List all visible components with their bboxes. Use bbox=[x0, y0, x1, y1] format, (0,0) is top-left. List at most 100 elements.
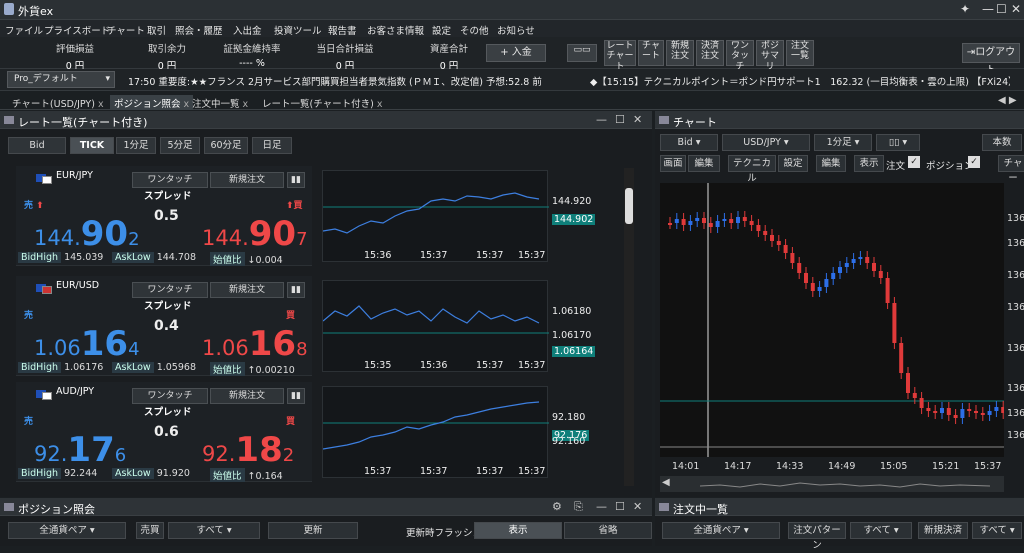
close-icon[interactable]: ✕ bbox=[1011, 2, 1021, 16]
tab-chart-usdjpy[interactable]: チャート(USD/JPY) x bbox=[8, 95, 108, 110]
order-newclose-label[interactable]: 新規決済 bbox=[918, 522, 968, 539]
toolbar-chart[interactable]: チャ ート bbox=[638, 40, 664, 66]
order-pattern-label[interactable]: 注文パターン bbox=[788, 522, 846, 551]
toolbar-new-order[interactable]: 新規 注文 bbox=[666, 40, 694, 66]
close-icon[interactable]: ✕ bbox=[633, 500, 642, 513]
maximize-icon[interactable]: ☐ bbox=[615, 500, 625, 513]
mini-chart-time-label: 15:37 bbox=[476, 250, 504, 261]
position-pair-select[interactable]: 全通貨ペア ▾ bbox=[8, 522, 126, 539]
chat-icon[interactable]: ▭▭ bbox=[567, 44, 597, 62]
ask-price[interactable]: 92.182 bbox=[202, 430, 294, 470]
toolbar-position-summary[interactable]: ポジ サマリ bbox=[756, 40, 784, 72]
ask-price[interactable]: 1.06168 bbox=[202, 324, 308, 364]
menu-settings[interactable]: 設定 bbox=[432, 23, 451, 37]
candle-body bbox=[783, 245, 788, 253]
chart-popup-icon[interactable]: ▮▮ bbox=[287, 388, 305, 404]
rate-scrollbar[interactable] bbox=[624, 168, 634, 486]
menu-deposit[interactable]: 入出金 bbox=[233, 23, 262, 37]
chart-more-button[interactable]: チャー bbox=[998, 155, 1024, 184]
new-order-button[interactable]: 新規注文 bbox=[210, 282, 284, 298]
chart-type-icon[interactable]: ▯▯ ▾ bbox=[876, 134, 920, 151]
tab-scroll-icon[interactable]: ◀ ▶ bbox=[998, 95, 1017, 106]
toolbar-close-order[interactable]: 決済 注文 bbox=[696, 40, 724, 66]
scroll-thumb[interactable] bbox=[625, 188, 633, 224]
settings-icon[interactable]: ⚙ bbox=[552, 500, 562, 513]
toolbar-order-list[interactable]: 注文 一覧 bbox=[786, 40, 814, 66]
bid-price[interactable]: 1.06164 bbox=[34, 324, 140, 364]
chart-side-select[interactable]: Bid ▾ bbox=[660, 134, 718, 151]
candlestick-chart[interactable] bbox=[660, 183, 1006, 457]
mode-tick[interactable]: TICK bbox=[70, 137, 114, 154]
position-checkbox[interactable]: ✓ bbox=[968, 156, 980, 168]
order-checkbox[interactable]: ✓ bbox=[908, 156, 920, 168]
new-order-button[interactable]: 新規注文 bbox=[210, 388, 284, 404]
chart-technical-button[interactable]: テクニカル bbox=[728, 155, 776, 184]
onetouch-button[interactable]: ワンタッチ bbox=[132, 388, 208, 404]
maximize-icon[interactable]: ☐ bbox=[615, 113, 625, 126]
candle-body bbox=[994, 407, 999, 411]
minimize-icon[interactable]: — bbox=[982, 2, 994, 16]
menu-other[interactable]: その他 bbox=[460, 23, 489, 37]
menu-customer[interactable]: お客さま情報 bbox=[367, 23, 424, 37]
layout-select[interactable]: Pro_デフォルト ▾ bbox=[7, 71, 115, 88]
chart-settings-button[interactable]: 設定 bbox=[778, 155, 808, 172]
chart-display-button[interactable]: 表示 bbox=[854, 155, 884, 172]
mode-bid[interactable]: Bid bbox=[8, 137, 66, 154]
order-newclose-select[interactable]: すべて ▾ bbox=[972, 522, 1022, 539]
menu-chart[interactable]: チャート bbox=[107, 23, 145, 37]
candle-body bbox=[960, 409, 965, 418]
menu-news[interactable]: お知らせ bbox=[497, 23, 535, 37]
flash-show-button[interactable]: 表示 bbox=[474, 522, 562, 539]
export-icon[interactable]: ⎘ bbox=[574, 500, 583, 514]
ask-price[interactable]: 144.907 bbox=[202, 214, 308, 254]
chart-timeframe-select[interactable]: 1分足 ▾ bbox=[814, 134, 872, 151]
new-order-button[interactable]: 新規注文 bbox=[210, 172, 284, 188]
logout-button[interactable]: ⇥ログアウト bbox=[962, 43, 1020, 76]
menu-file[interactable]: ファイル bbox=[5, 23, 43, 37]
onetouch-button[interactable]: ワンタッチ bbox=[132, 172, 208, 188]
chart-edit-button[interactable]: 編集 bbox=[688, 155, 720, 172]
menu-history[interactable]: 照会・履歴 bbox=[175, 23, 223, 37]
chart-popup-icon[interactable]: ▮▮ bbox=[287, 282, 305, 298]
menu-tools[interactable]: 投資ツール bbox=[274, 23, 322, 37]
chart-popup-icon[interactable]: ▮▮ bbox=[287, 172, 305, 188]
sell-label: 売 bbox=[24, 311, 34, 321]
minimize-icon[interactable]: — bbox=[596, 500, 607, 513]
app-title: 外貨ex bbox=[18, 5, 54, 18]
pin-icon[interactable]: ✦ bbox=[960, 2, 970, 16]
minimize-icon[interactable]: — bbox=[596, 113, 607, 126]
order-pair-select[interactable]: 全通貨ペア ▾ bbox=[662, 522, 780, 539]
chart-navigator[interactable]: ◀ bbox=[660, 476, 1004, 492]
deposit-button[interactable]: + 入金 bbox=[486, 44, 546, 62]
menu-priceboard[interactable]: プライスボード bbox=[44, 23, 110, 37]
nav-left-icon[interactable]: ◀ bbox=[662, 477, 670, 488]
menu-reports[interactable]: 報告書 bbox=[328, 23, 357, 37]
close-icon[interactable]: ✕ bbox=[633, 113, 642, 126]
chart-screen-button[interactable]: 画面 bbox=[660, 155, 686, 172]
chart-pair-select[interactable]: USD/JPY ▾ bbox=[722, 134, 810, 151]
ticker-left[interactable]: 17:50 重要度:★★フランス 2月サービス部門購買担当者景気指数 (ＰＭＩ、… bbox=[128, 74, 553, 88]
menu-trade[interactable]: 取引 bbox=[147, 23, 166, 37]
mode-5min[interactable]: 5分足 bbox=[160, 137, 200, 154]
position-side-label[interactable]: 売買 bbox=[136, 522, 164, 539]
ticker-right[interactable]: ◆【15:15】テクニカルポイント＝ポンド円サポート1 162.32 (一目均衡… bbox=[590, 74, 1010, 88]
order-pattern-select[interactable]: すべて ▾ bbox=[850, 522, 912, 539]
chart-count[interactable]: 本数 bbox=[982, 134, 1022, 151]
mode-60min[interactable]: 60分足 bbox=[204, 137, 248, 154]
flash-omit-button[interactable]: 省略 bbox=[564, 522, 652, 539]
mode-daily[interactable]: 日足 bbox=[252, 137, 292, 154]
bid-price[interactable]: 92.176 bbox=[34, 430, 126, 470]
maximize-icon[interactable]: ☐ bbox=[996, 2, 1007, 16]
bid-price[interactable]: 144.902 bbox=[34, 214, 140, 254]
mode-1min[interactable]: 1分足 bbox=[116, 137, 156, 154]
toolbar-onetouch[interactable]: ワン タッチ bbox=[726, 40, 754, 72]
tab-position[interactable]: ポジション照会 x bbox=[110, 95, 194, 110]
tab-rate-list[interactable]: レート一覧(チャート付き) x bbox=[258, 95, 386, 110]
account-daily: 当日合計損益 0 円 bbox=[316, 44, 374, 72]
refresh-button[interactable]: 更新 bbox=[268, 522, 358, 539]
position-side-select[interactable]: すべて ▾ bbox=[168, 522, 260, 539]
chart-edit2-button[interactable]: 編集 bbox=[816, 155, 846, 172]
onetouch-button[interactable]: ワンタッチ bbox=[132, 282, 208, 298]
toolbar-rate-chart[interactable]: レート チャート bbox=[604, 40, 636, 72]
tab-order-list[interactable]: 注文中一覧 x bbox=[188, 95, 252, 110]
